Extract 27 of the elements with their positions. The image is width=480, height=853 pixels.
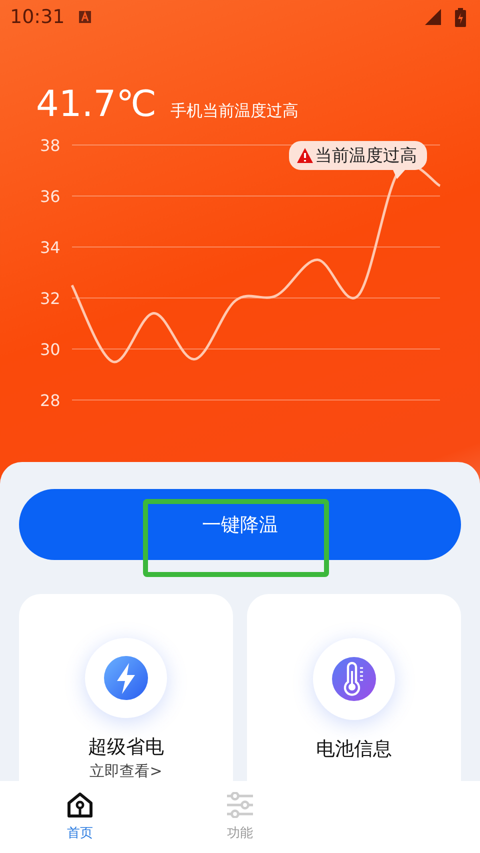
nav-label: 首页 [67,825,93,842]
axis-label: 32 [40,289,60,308]
home-icon [66,792,94,818]
axis-label: 36 [40,187,60,206]
axis-label: 38 [40,136,60,155]
axis-label: 30 [40,340,60,359]
card-title: 电池信息 [316,737,392,762]
nav-label: 功能 [227,825,253,842]
cool-down-button[interactable]: 一键降温 [19,489,461,560]
battery-icon [455,8,466,26]
thermometer-icon [331,656,377,702]
axis-label: 28 [40,391,60,410]
lightning-icon [103,655,149,701]
sliders-icon [226,792,254,818]
card-link[interactable]: 立即查看> [90,762,162,781]
clock: 10:31 [10,6,65,28]
feature-card[interactable]: 超级省电 立即查看> [19,594,233,781]
warning-icon [297,148,313,163]
status-text: 手机当前温度过高 [170,101,299,122]
card-title: 超级省电 [88,735,164,760]
axis-label: 34 [40,238,60,257]
temperature-reading: 41.7℃ [36,84,157,125]
nav-tab[interactable]: 首页 [0,781,160,853]
signal-icon [425,9,441,25]
tooltip-text: 当前温度过高 [315,145,417,167]
keyboard-icon [78,11,91,23]
feature-card[interactable]: 电池信息 [247,594,461,781]
